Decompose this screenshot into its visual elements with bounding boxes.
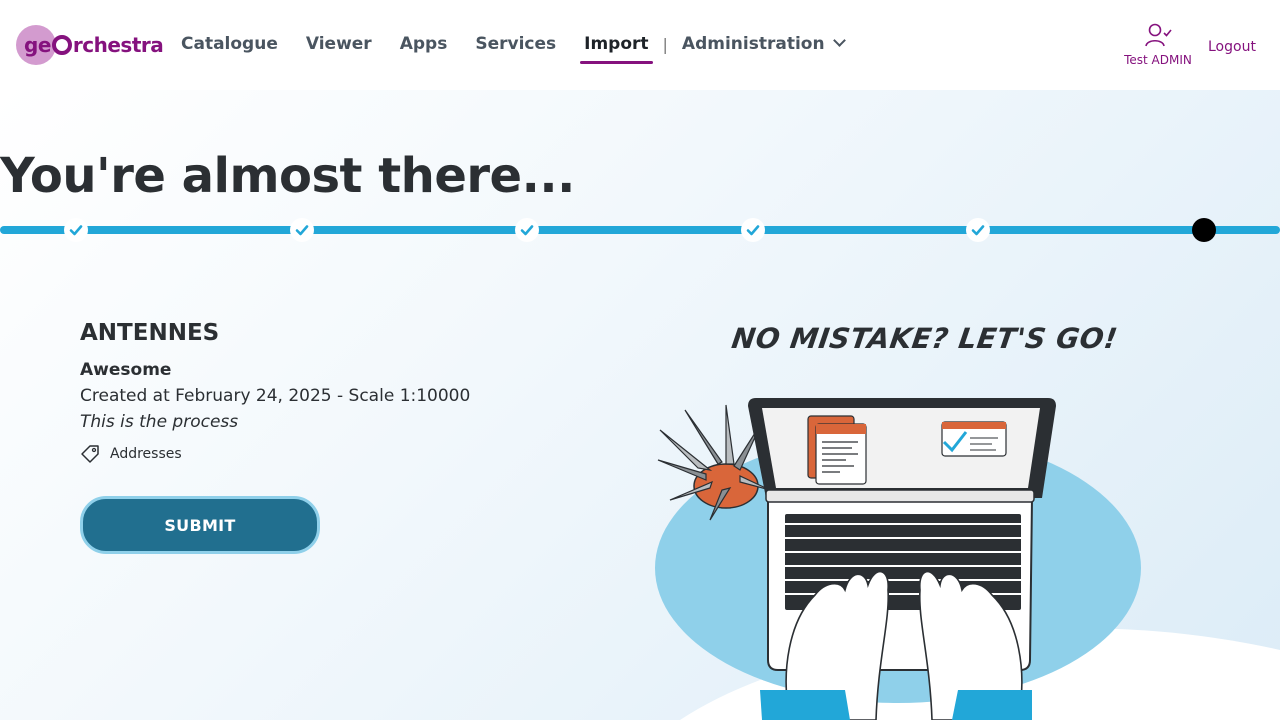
layer-subtitle: Awesome	[80, 360, 172, 380]
logo-text-suffix: rchestra	[72, 33, 164, 57]
user-menu[interactable]: Test ADMIN	[1120, 22, 1196, 67]
tag-icon	[81, 445, 99, 463]
layer-tag-label: Addresses	[110, 446, 182, 462]
check-icon	[69, 225, 83, 236]
nav-catalogue[interactable]: Catalogue	[181, 34, 278, 58]
logo-o-mark	[51, 35, 72, 55]
georchestra-logo[interactable]: ge rchestra	[16, 24, 164, 66]
submit-button[interactable]: SUBMIT	[80, 496, 320, 554]
progress-step-3	[515, 218, 539, 242]
import-confirmation-page: You're almost there... ANTENNES Awesome …	[0, 90, 1280, 720]
layer-description: This is the process	[80, 412, 239, 432]
layer-summary: ANTENNES Awesome Created at February 24,…	[80, 320, 470, 554]
check-icon	[520, 225, 534, 236]
logout-link[interactable]: Logout	[1208, 39, 1256, 55]
progress-step-1	[64, 218, 88, 242]
illustration-caption: NO MISTAKE? LET'S GO!	[729, 322, 1120, 355]
layer-tag: Addresses	[80, 444, 470, 464]
progress-step-current	[1192, 218, 1216, 242]
check-icon	[295, 225, 309, 236]
nav-administration[interactable]: Administration	[681, 34, 846, 58]
logo-text: ge rchestra	[16, 33, 164, 57]
user-name: Test ADMIN	[1124, 53, 1192, 67]
nav-administration-label: Administration	[681, 34, 825, 54]
logo-text-prefix: ge	[24, 33, 51, 57]
nav-viewer[interactable]: Viewer	[306, 34, 372, 58]
nav-separator: |	[662, 34, 668, 54]
nav-services[interactable]: Services	[475, 34, 556, 58]
user-check-icon	[1145, 23, 1172, 47]
nav-apps[interactable]: Apps	[400, 34, 448, 58]
layer-metadata: Created at February 24, 2025 - Scale 1:1…	[80, 386, 471, 406]
page-title: You're almost there...	[0, 148, 575, 204]
nav-import[interactable]: Import	[580, 34, 653, 64]
layer-name: ANTENNES	[80, 320, 220, 346]
check-icon	[971, 225, 985, 236]
progress-step-4	[741, 218, 765, 242]
main-nav: Catalogue Viewer Apps Services Import | …	[181, 34, 846, 64]
progress-step-5	[966, 218, 990, 242]
progress-step-2	[290, 218, 314, 242]
laptop-illustration	[655, 398, 1280, 720]
check-icon	[746, 225, 760, 236]
progress-bar	[0, 226, 1280, 234]
chevron-down-icon	[832, 34, 846, 47]
top-header: ge rchestra Catalogue Viewer Apps Service…	[0, 0, 1280, 90]
